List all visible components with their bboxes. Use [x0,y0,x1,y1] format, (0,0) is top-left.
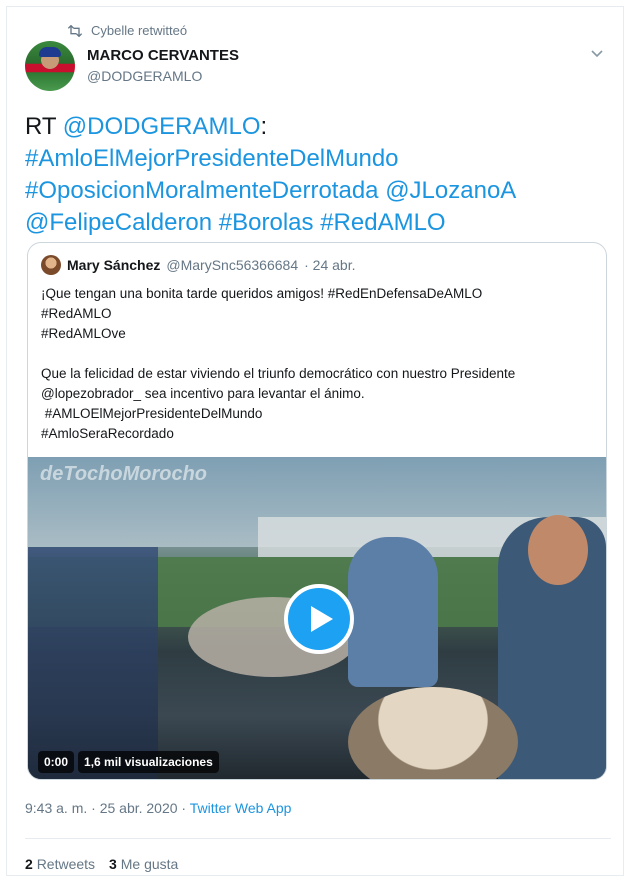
quoted-text-line: #RedAMLOve [41,326,126,341]
quoted-author-avatar [41,255,61,275]
mention-link[interactable]: @JLozanoA [385,177,516,204]
video-views: 1,6 mil visualizaciones [78,751,219,773]
quoted-tweet-header: Mary Sánchez @MarySnc56366684 · 24 abr. [41,255,356,275]
quoted-author-name: Mary Sánchez [67,257,161,273]
retweets-count: 2 [25,856,33,872]
author-info[interactable]: MARCO CERVANTES @DODGERAMLO [87,47,239,84]
mention-link[interactable]: @DODGERAMLO [63,113,261,140]
play-icon [311,606,333,632]
tweet-meta: 9:43 a. m. · 25 abr. 2020 · Twitter Web … [25,800,291,816]
quoted-text-line: ¡Que tengan una bonita tarde queridos am… [41,286,483,301]
quoted-text-line: @lopezobrador_ sea incentivo para levant… [41,386,365,401]
quoted-text-line: #RedAMLO [41,306,112,321]
mention-link[interactable]: @FelipeCalderon [25,209,212,236]
tweet-text: RT @DODGERAMLO: #AmloElMejorPresidenteDe… [25,111,615,239]
tweet-timestamp[interactable]: 9:43 a. m. · 25 abr. 2020 · [25,800,190,816]
retweet-icon [67,24,83,37]
chevron-down-icon[interactable] [589,45,605,61]
hashtag-link[interactable]: #AmloElMejorPresidenteDelMundo [25,145,399,172]
video-watermark: deTochoMorocho [40,463,208,485]
divider [25,838,611,839]
hashtag-link[interactable]: #OposicionMoralmenteDerrotada [25,177,379,204]
tweet-colon: : [260,113,268,140]
video-status: 0:00 1,6 mil visualizaciones [38,751,219,773]
author-handle[interactable]: @DODGERAMLO [87,68,239,84]
hashtag-link[interactable]: #RedAMLO [320,209,445,236]
retweet-context[interactable]: Cybelle retwitteó [67,23,187,38]
quoted-text-line: #AMLOElMejorPresidenteDelMundo [41,406,263,421]
quoted-tweet-date: · 24 abr. [304,257,356,273]
likes-stat[interactable]: 3 Me gusta [109,856,178,872]
quoted-text-line: Que la felicidad de estar viviendo el tr… [41,366,516,381]
tweet-stats: 2 Retweets 3 Me gusta [25,856,178,872]
retweets-stat[interactable]: 2 Retweets [25,856,95,872]
quoted-tweet[interactable]: Mary Sánchez @MarySnc56366684 · 24 abr. … [27,242,607,780]
retweet-by-label: Cybelle retwitteó [91,23,188,38]
hashtag-link[interactable]: #Borolas [219,209,314,236]
quoted-text-line [41,344,601,364]
author-name[interactable]: MARCO CERVANTES [87,47,239,64]
likes-label: Me gusta [120,856,179,872]
retweets-label: Retweets [36,856,96,872]
quoted-text-line: #AmloSeraRecordado [41,426,174,441]
quoted-tweet-text: ¡Que tengan una bonita tarde queridos am… [41,284,601,444]
author-avatar[interactable] [25,41,75,91]
video-player[interactable]: deTochoMorocho 0:00 1,6 mil visualizacio… [28,457,606,779]
tweet-prefix: RT [25,113,63,140]
video-time: 0:00 [38,751,75,773]
play-button[interactable] [284,584,354,654]
tweet-source-link[interactable]: Twitter Web App [190,800,292,816]
likes-count: 3 [109,856,117,872]
tweet-card: Cybelle retwitteó MARCO CERVANTES @DODGE… [6,6,624,876]
quoted-author-handle: @MarySnc56366684 [166,257,299,273]
